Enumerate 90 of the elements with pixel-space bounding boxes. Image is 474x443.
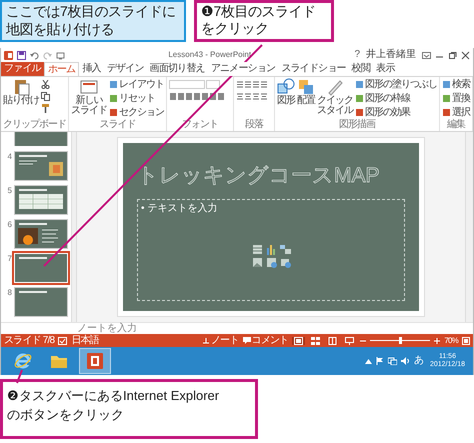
content-placeholder[interactable]: • テキストを入力 (137, 199, 405, 301)
comments-button[interactable]: コメント (242, 336, 288, 346)
ribbon-button[interactable]: セクション (109, 106, 164, 119)
ribbon-button[interactable]: 選択 (442, 106, 470, 119)
taskbar-button[interactable] (79, 348, 111, 374)
slide-thumbnail[interactable] (15, 186, 67, 214)
slide-number: 4 (6, 152, 13, 162)
presentation-app-icon (85, 351, 105, 371)
slide-number: 8 (6, 288, 13, 298)
ribbon-tab[interactable]: ファイル (1, 62, 44, 76)
ribbon-button[interactable]: 置換 (442, 92, 470, 105)
video-icon[interactable] (280, 257, 290, 268)
ribbon-button[interactable]: 新しい スライド (71, 78, 107, 116)
diagram-icon[interactable] (280, 244, 290, 255)
ribbon-button[interactable]: レイアウト (109, 78, 164, 91)
customize-icon[interactable] (56, 50, 65, 60)
placeholder-text: • テキストを入力 (141, 203, 218, 215)
group-label: 図形描画 (338, 119, 376, 131)
group-label: 編集 (446, 119, 466, 131)
slide-number: 6 (6, 220, 13, 230)
group-label: 段落 (244, 119, 264, 131)
zoom-slider[interactable] (398, 337, 402, 344)
network-icon[interactable] (388, 357, 397, 365)
ribbon-button[interactable]: 貼り付け (3, 78, 39, 106)
ribbon-button[interactable]: リセット (109, 92, 164, 105)
ribbon-options-icon[interactable] (422, 50, 431, 60)
table-icon[interactable] (252, 244, 262, 255)
restore-icon[interactable] (448, 50, 457, 60)
bar-chart-icon[interactable] (266, 244, 276, 255)
show-hidden-icons-icon[interactable] (364, 358, 372, 364)
ribbon-button[interactable]: 図形の効果 (355, 106, 437, 119)
screen-view-icon[interactable] (343, 336, 356, 344)
notes-icon (202, 336, 210, 344)
font-name-field[interactable] (169, 80, 205, 89)
input-mode-indicator[interactable]: あ (414, 356, 424, 366)
copy-icon[interactable] (41, 92, 50, 101)
window-title: Lesson43 - PowerPoint (167, 49, 252, 61)
image-icon[interactable] (252, 257, 262, 268)
comment-icon (242, 336, 251, 344)
close-icon[interactable] (461, 50, 470, 60)
ribbon-icon (277, 78, 295, 96)
slide-counter: スライド 7/8 (4, 336, 54, 346)
flag-icon[interactable] (376, 357, 384, 365)
slide-thumbnail[interactable] (15, 254, 67, 282)
scrollbar[interactable] (71, 132, 77, 322)
format-painter-icon[interactable] (41, 104, 50, 113)
image-icon[interactable] (266, 257, 276, 268)
group-label: スライド (98, 119, 136, 131)
zoom-level[interactable]: 70% (444, 336, 458, 344)
list-icons-drawing[interactable] (236, 80, 270, 89)
notes-button[interactable]: ノート (202, 336, 239, 346)
slide-number: 7 (6, 254, 13, 264)
scrollbar[interactable] (465, 132, 473, 322)
undo-icon[interactable] (30, 50, 39, 60)
ribbon-button[interactable]: 図形の枠線 (355, 92, 437, 105)
zoom-in-icon[interactable] (434, 338, 440, 344)
grid-view-icon[interactable] (309, 336, 322, 344)
callout-text: ここでは7枚目のスライドに 地図を貼り付ける (0, 0, 186, 42)
slide-number: 5 (6, 186, 13, 196)
zoom-out-icon[interactable] (360, 338, 366, 344)
ribbon-button[interactable]: クイック スタイル (317, 78, 353, 116)
slide-thumbnail[interactable] (15, 152, 67, 180)
internet-explorer-icon (13, 351, 33, 371)
group-label: クリップボード (3, 119, 66, 131)
app-icon (4, 50, 13, 60)
align-icons-drawing[interactable] (236, 92, 270, 101)
language-label[interactable]: 日本語 (71, 336, 99, 346)
ribbon-icon (297, 78, 315, 96)
slide-thumbnail[interactable] (15, 220, 67, 248)
callout-text: ❶7枚目のスライド をクリック (194, 0, 334, 42)
save-icon[interactable] (17, 50, 26, 60)
spellcheck-icon[interactable] (58, 336, 68, 344)
ribbon-button[interactable]: 検索 (442, 78, 470, 91)
slide-thumbnail[interactable] (15, 288, 67, 316)
ribbon-button[interactable]: 図形の塗りつぶし (355, 78, 437, 91)
user-name[interactable]: 井上香緒里 (366, 50, 418, 60)
font-size-field[interactable] (206, 80, 220, 89)
book-view-icon[interactable] (326, 336, 340, 344)
ribbon-button[interactable]: 配置 (297, 78, 315, 106)
cut-icon[interactable] (41, 80, 50, 89)
ribbon-tab[interactable]: ホーム (44, 62, 80, 76)
ribbon-button[interactable]: 図形 (277, 78, 295, 106)
help-button[interactable]: ? (354, 50, 362, 60)
notes-field[interactable]: ノートを入力 (77, 324, 137, 334)
normal-view-icon[interactable] (292, 336, 306, 344)
fit-slide-icon[interactable] (462, 336, 470, 344)
callout-text: ❷タスクバーにあるInternet Explorer のボタンをクリック (0, 379, 258, 439)
slide-title-placeholder[interactable]: トレッキングコースMAP (137, 163, 380, 189)
leader-line (16, 370, 23, 384)
speaker-icon[interactable] (400, 357, 410, 365)
